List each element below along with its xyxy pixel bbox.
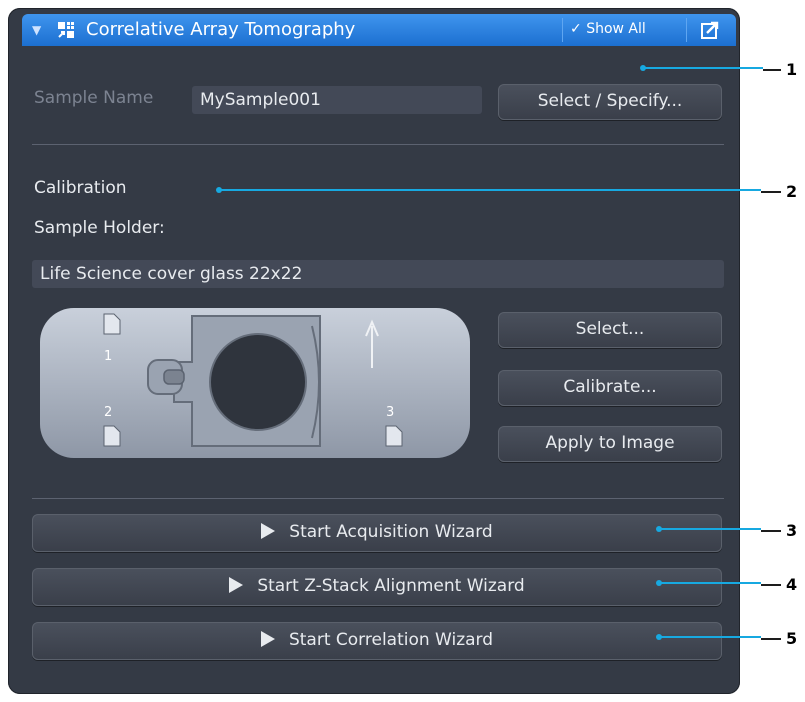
marker-label: 1	[104, 349, 112, 364]
marker-label: 3	[386, 405, 394, 420]
sample-holder-image: 1 2 3	[40, 308, 470, 458]
header-divider	[562, 18, 563, 42]
play-icon	[229, 577, 244, 593]
wizard-label: Start Acquisition Wizard	[289, 522, 493, 542]
play-icon	[261, 523, 276, 539]
callout-number: 1	[786, 60, 798, 79]
callout-tail	[761, 530, 781, 532]
marker-label: 2	[104, 405, 112, 420]
callout-number: 3	[786, 521, 798, 540]
section-divider	[32, 144, 724, 145]
callout-number: 4	[786, 575, 798, 594]
show-all-toggle[interactable]: ✓ Show All	[570, 21, 646, 37]
header-divider	[686, 18, 687, 42]
callout-tail	[761, 584, 781, 586]
start-zstack-alignment-wizard-button[interactable]: Start Z-Stack Alignment Wizard	[32, 568, 722, 606]
calibrate-button[interactable]: Calibrate...	[498, 370, 722, 406]
callout-tail	[761, 638, 781, 640]
tomography-icon	[58, 22, 74, 38]
panel-header[interactable]: ▼ Correlative Array Tomography ✓ Show Al…	[22, 14, 736, 46]
start-correlation-wizard-button[interactable]: Start Correlation Wizard	[32, 622, 722, 660]
section-divider	[32, 498, 724, 499]
callout-tail	[763, 69, 781, 71]
callout-line	[219, 189, 761, 191]
popout-icon[interactable]	[700, 20, 720, 40]
holder-select-button[interactable]: Select...	[498, 312, 722, 348]
wizard-label: Start Z-Stack Alignment Wizard	[257, 576, 525, 596]
sample-name-field[interactable]: MySample001	[192, 86, 482, 114]
apply-to-image-button[interactable]: Apply to Image	[498, 426, 722, 462]
callout-number: 2	[786, 182, 798, 201]
play-icon	[260, 631, 275, 647]
sample-holder-label: Sample Holder:	[34, 218, 165, 238]
start-acquisition-wizard-button[interactable]: Start Acquisition Wizard	[32, 514, 722, 552]
calibration-heading: Calibration	[34, 178, 127, 198]
callout-line	[643, 67, 763, 69]
wizard-label: Start Correlation Wizard	[288, 630, 494, 650]
callout-tail	[761, 191, 781, 193]
sample-name-label: Sample Name	[34, 88, 154, 108]
callout-line	[659, 528, 761, 530]
panel-title: Correlative Array Tomography	[86, 19, 356, 40]
select-specify-button[interactable]: Select / Specify...	[498, 84, 722, 120]
sample-holder-field[interactable]: Life Science cover glass 22x22	[32, 260, 724, 288]
callout-line	[659, 636, 761, 638]
show-all-label: Show All	[586, 21, 646, 37]
callout-number: 5	[786, 629, 798, 648]
collapse-chevron-icon[interactable]: ▼	[32, 23, 41, 37]
callout-line	[659, 582, 761, 584]
